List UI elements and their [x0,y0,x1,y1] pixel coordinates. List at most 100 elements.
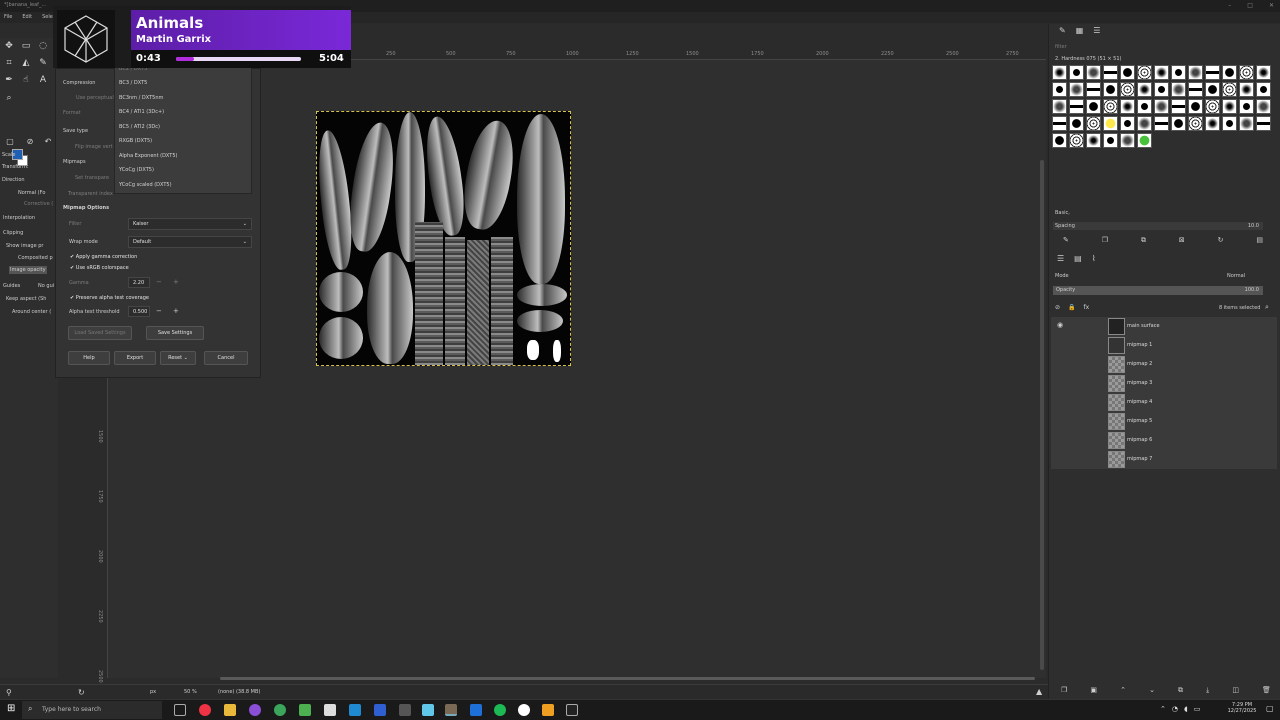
brush-thumbnail[interactable] [1103,133,1118,148]
brush-thumbnail[interactable] [1222,99,1237,114]
delete-brush-icon[interactable]: ⊠ [1179,236,1185,245]
gamma-increment-icon[interactable]: + [173,278,179,286]
vertical-scrollbar[interactable] [1040,160,1044,670]
windows-start-icon[interactable]: ⊞ [7,703,15,714]
network-icon[interactable]: ◔ [1172,705,1178,713]
layer-mode-select[interactable]: Normal [1227,273,1245,279]
gamma-input[interactable]: 2.20 [128,277,150,288]
brush-thumbnail[interactable] [1086,133,1101,148]
brush-thumbnail[interactable] [1103,99,1118,114]
brush-thumbnail[interactable] [1086,116,1101,131]
paint-icon[interactable]: ✎ [37,57,49,69]
brush-thumbnail[interactable] [1171,116,1186,131]
brush-thumbnail[interactable] [1052,133,1067,148]
brush-thumbnail[interactable] [1256,99,1271,114]
brush-thumbnail[interactable] [1137,99,1152,114]
help-button[interactable]: Help [68,351,110,365]
visibility-eye-icon[interactable]: ◉ [1057,321,1063,329]
brush-thumbnail[interactable] [1188,65,1203,80]
brush-thumbnail[interactable] [1120,116,1135,131]
zoom-select[interactable]: 50 % [184,689,197,695]
brush-thumbnail[interactable] [1239,116,1254,131]
brush-thumbnail[interactable] [1120,99,1135,114]
quick-mask-icon[interactable]: ⚲ [6,688,12,697]
brush-thumbnail[interactable] [1137,133,1152,148]
layer-search-icon[interactable]: ⌕ [1265,303,1269,312]
composited-preview-checkbox[interactable]: Composited p [18,255,53,261]
task-view-icon[interactable] [174,704,186,716]
brush-thumbnail[interactable] [1222,82,1237,97]
brush-thumbnail[interactable] [1069,133,1084,148]
layer-row[interactable]: mipmap 6 [1051,431,1277,450]
brush-thumbnail[interactable] [1120,82,1135,97]
use-srgb-checkbox[interactable]: ✔ Use sRGB colorspace [70,265,129,271]
chrome-app-icon[interactable] [199,704,211,716]
progress-track[interactable] [176,57,301,61]
blue-app-icon[interactable] [470,704,482,716]
battery-icon[interactable]: ▭ [1194,705,1201,713]
brush-thumbnail[interactable] [1239,65,1254,80]
alpha-increment-icon[interactable]: + [173,307,179,315]
compression-option[interactable]: YCoCg (DXT5) [119,167,154,173]
clock-date[interactable]: 12/27/2025 [1222,708,1262,714]
browser-app-icon[interactable] [274,704,286,716]
compression-option[interactable]: YCoCg scaled (DXT5) [119,182,172,188]
duplicate-layer-icon[interactable]: ⧉ [1178,686,1183,695]
direction-normal-radio[interactable]: Normal (Fo [18,190,45,196]
delete-layer-icon[interactable]: 🗑 [1262,686,1271,695]
layer-row[interactable]: mipmap 7 [1051,450,1277,469]
brush-thumbnail[interactable] [1205,82,1220,97]
brush-thumbnail[interactable] [1154,82,1169,97]
edit-brush-icon[interactable]: ✎ [1063,236,1069,245]
horizontal-scrollbar[interactable] [220,677,1035,680]
patterns-tab-icon[interactable]: ▦ [1076,26,1084,40]
brush-thumbnail[interactable] [1086,65,1101,80]
brush-thumbnail[interactable] [1069,65,1084,80]
gimp-app-icon[interactable] [445,704,457,716]
brush-thumbnail[interactable] [1052,99,1067,114]
vscode-app-icon[interactable] [349,704,361,716]
brush-thumbnail[interactable] [1103,65,1118,80]
flip-image-checkbox[interactable]: Flip image vert [75,144,113,150]
brush-thumbnail[interactable] [1154,65,1169,80]
warp-icon[interactable]: ◭ [20,57,32,69]
raise-layer-icon[interactable]: ⌃ [1120,686,1126,695]
minimize-button[interactable]: – [1228,2,1231,9]
merge-layer-icon[interactable]: ⤓ [1206,686,1209,695]
excel-app-icon[interactable] [299,704,311,716]
unit-select[interactable]: px [150,689,156,695]
brush-thumbnail[interactable] [1222,116,1237,131]
apply-gamma-checkbox[interactable]: ✔ Apply gamma correction [70,254,137,260]
zoom-icon[interactable]: ⌕ [3,92,15,104]
brush-thumbnail[interactable] [1188,99,1203,114]
brush-thumbnail[interactable] [1256,65,1271,80]
refresh-brushes-icon[interactable]: ↻ [1218,236,1224,245]
brush-thumbnail[interactable] [1205,99,1220,114]
compression-option[interactable]: BC3 / DXT5 [119,80,147,86]
notification-icon[interactable]: ▢ [1266,704,1274,713]
fonts-tab-icon[interactable]: ☰ [1093,26,1100,40]
layers-tab-icon[interactable]: ☰ [1057,254,1064,263]
lock-pixels-icon[interactable]: ⊘ [1055,304,1060,311]
spacing-slider[interactable]: Spacing 10.0 [1053,222,1263,230]
new-layer-icon[interactable]: ❐ [1061,686,1067,695]
tool-app-icon[interactable] [399,704,411,716]
navigate-icon[interactable]: ▲ [1036,687,1042,696]
brush-thumbnail[interactable] [1103,116,1118,131]
brush-thumbnail[interactable] [1069,82,1084,97]
load-saved-settings-button[interactable]: Load Saved Settings [68,326,132,340]
obs-app-icon[interactable] [249,704,261,716]
volume-icon[interactable]: ◖ [1184,705,1188,713]
compression-option[interactable]: Alpha Exponent (DXT5) [119,153,177,159]
layer-row[interactable]: ◉ main surface [1051,317,1277,336]
mask-icon[interactable]: ◫ [1232,686,1239,695]
opacity-slider[interactable]: Opacity 100.0 [1053,286,1263,295]
undo-history-icon[interactable]: ↶ [42,136,54,148]
move-tool-icon[interactable]: ✥ [3,40,15,52]
compression-option[interactable]: BC5 / ATI2 (3Dc) [119,124,160,130]
export-button[interactable]: Export [114,351,156,365]
set-transparent-checkbox[interactable]: Set transpare [75,175,109,181]
layer-row[interactable]: mipmap 4 [1051,393,1277,412]
brush-thumbnail[interactable] [1205,116,1220,131]
brush-menu-icon[interactable]: ▤ [1256,236,1263,245]
